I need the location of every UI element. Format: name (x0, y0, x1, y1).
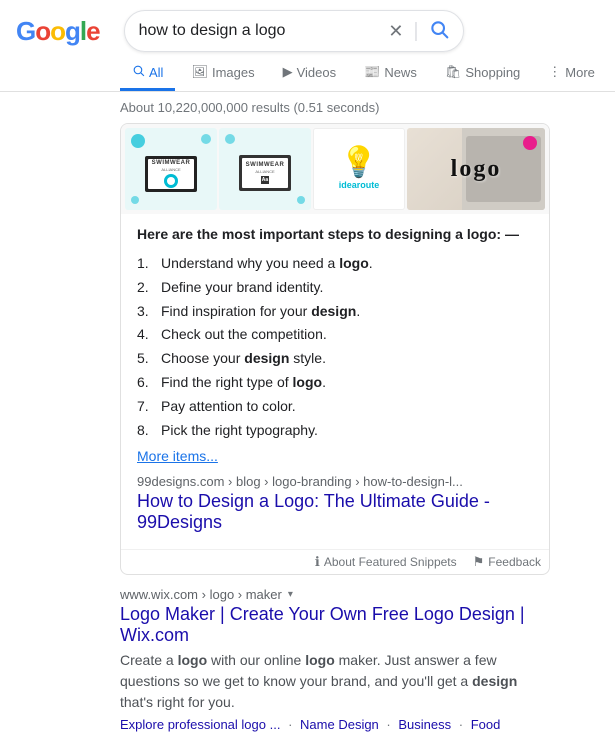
videos-icon: ▶ (283, 64, 293, 80)
list-item: 1.Understand why you need a logo. (137, 252, 533, 276)
list-item: 2.Define your brand identity. (137, 276, 533, 300)
search-bar: ✕ | (124, 10, 464, 52)
results-info: About 10,220,000,000 results (0.51 secon… (0, 92, 615, 123)
more-items-link[interactable]: More items... (137, 448, 218, 464)
tab-news[interactable]: 📰 News (352, 56, 429, 91)
search-icon[interactable] (429, 19, 449, 44)
result-snippet: Create a logo with our online logo maker… (120, 650, 550, 713)
snippet-image-2: SWIMWEAR ALLIANCE Aa (219, 128, 311, 210)
result-links: Explore professional logo ... · Name Des… (120, 717, 550, 732)
about-snippets[interactable]: ℹ About Featured Snippets (315, 554, 457, 570)
images-icon: 🖼 (191, 64, 208, 80)
result-domain: www.wix.com › logo › maker ▾ (120, 587, 550, 602)
list-item: 4.Check out the competition. (137, 323, 533, 347)
result-domain-url: www.wix.com › logo › maker (120, 587, 282, 602)
result-domain-arrow[interactable]: ▾ (288, 589, 293, 600)
news-icon: 📰 (364, 64, 380, 80)
google-logo: Google (16, 16, 100, 47)
tab-videos-label: Videos (297, 65, 337, 80)
snippet-source-domain: 99designs.com › blog › logo-branding › h… (137, 474, 533, 489)
tab-more-label: More (565, 65, 595, 80)
snippet-images: SWIMWEAR ALLIANCE SWIMWEAR (121, 124, 549, 214)
tab-more[interactable]: ⋮ More (536, 56, 607, 91)
snippet-image-4: logo (407, 128, 545, 210)
tab-news-label: News (384, 65, 417, 80)
all-icon (132, 64, 145, 80)
result-link-1[interactable]: Explore professional logo ... (120, 717, 280, 732)
list-item: 5.Choose your design style. (137, 347, 533, 371)
result-title[interactable]: Logo Maker | Create Your Own Free Logo D… (120, 604, 550, 646)
tab-images-label: Images (212, 65, 255, 80)
divider-icon: | (413, 20, 418, 43)
snippet-footer: ℹ About Featured Snippets ⚑ Feedback (121, 549, 549, 574)
logo-o1: o (35, 16, 50, 47)
shopping-icon: 🛍 (445, 64, 462, 80)
snippet-image-3: 💡 idearoute (313, 128, 405, 210)
result-link-3[interactable]: Business (398, 717, 451, 732)
tab-all[interactable]: All (120, 56, 175, 91)
list-item: 7.Pay attention to color. (137, 395, 533, 419)
nav-right: Settings Tools (611, 58, 615, 89)
results-count: About 10,220,000,000 results (0.51 secon… (120, 100, 379, 115)
tab-shopping-label: Shopping (465, 65, 520, 80)
feedback-btn[interactable]: ⚑ Feedback (473, 554, 541, 570)
result-link-4[interactable]: Food (471, 717, 501, 732)
search-icons: ✕ | (388, 19, 448, 44)
settings-link[interactable]: Settings (611, 58, 615, 89)
tab-shopping[interactable]: 🛍 Shopping (433, 56, 532, 91)
second-search-result: www.wix.com › logo › maker ▾ Logo Maker … (120, 587, 550, 732)
list-item: 3.Find inspiration for your design. (137, 300, 533, 324)
snippet-title: Here are the most important steps to des… (137, 226, 533, 242)
logo-g: G (16, 16, 35, 47)
logo-o2: o (50, 16, 65, 47)
info-icon: ℹ (315, 554, 320, 570)
nav-tabs: All 🖼 Images ▶ Videos 📰 News 🛍 Shopping … (0, 52, 615, 92)
list-item: 8.Pick the right typography. (137, 419, 533, 443)
snippet-list: 1.Understand why you need a logo. 2.Defi… (137, 252, 533, 442)
clear-icon[interactable]: ✕ (388, 21, 403, 42)
feedback-icon: ⚑ (473, 554, 485, 570)
snippet-image-1: SWIMWEAR ALLIANCE (125, 128, 217, 210)
list-item: 6.Find the right type of logo. (137, 371, 533, 395)
tab-videos[interactable]: ▶ Videos (271, 56, 349, 91)
result-link-2[interactable]: Name Design (300, 717, 379, 732)
idea-icon: 💡 (340, 148, 377, 178)
logo-g2: g (65, 16, 80, 47)
snippet-source: 99designs.com › blog › logo-branding › h… (137, 474, 533, 533)
snippet-source-title[interactable]: How to Design a Logo: The Ultimate Guide… (137, 491, 533, 533)
more-icon: ⋮ (548, 64, 561, 80)
featured-snippet: SWIMWEAR ALLIANCE SWIMWEAR (120, 123, 550, 575)
idea-text: idearoute (339, 180, 380, 190)
header: Google ✕ | (0, 0, 615, 52)
tab-images[interactable]: 🖼 Images (179, 56, 266, 91)
snippet-content: Here are the most important steps to des… (121, 214, 549, 545)
feedback-label: Feedback (488, 555, 541, 569)
search-input[interactable] (139, 22, 389, 40)
tab-all-label: All (149, 65, 163, 80)
about-snippets-label: About Featured Snippets (324, 555, 457, 569)
logo-e: e (86, 16, 99, 47)
